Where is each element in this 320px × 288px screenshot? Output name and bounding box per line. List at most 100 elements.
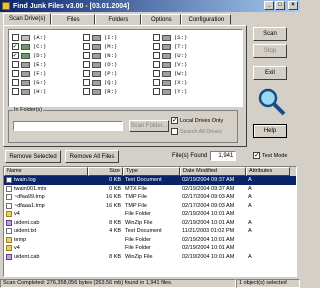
drive-item[interactable]: (H:) [12,87,46,96]
help-button[interactable]: Help [253,124,287,138]
drive-checkbox[interactable] [12,88,19,95]
file-name: uident.cab [14,253,40,260]
tab-files[interactable]: Files [51,14,96,25]
file-size-cell [88,210,123,219]
test-mode-checkbox[interactable] [253,151,260,159]
drive-checkbox[interactable] [83,34,90,41]
drive-checkbox[interactable] [12,34,19,41]
drive-checkbox[interactable] [153,52,160,59]
drive-item[interactable]: (P:) [83,69,117,78]
drive-item[interactable]: (M:) [83,42,117,51]
tab-configuration[interactable]: Configuration [181,14,232,25]
drive-label: (E:) [33,61,47,68]
drive-checkbox[interactable] [12,42,19,51]
drive-checkbox[interactable] [12,70,19,77]
drive-checkbox[interactable] [153,79,160,86]
file-row[interactable]: uident.cab 8 KB WinZip File 02/19/2004 10:0… [4,253,296,262]
tab-folders[interactable]: Folders [95,14,142,25]
file-row[interactable]: v4 File Folder 02/19/2004 10:01 AM [4,244,296,253]
drive-checkbox[interactable] [83,70,90,77]
close-button[interactable]: × [288,1,298,10]
file-name: v4 [14,245,20,251]
drive-checkbox[interactable] [83,88,90,95]
drive-item[interactable]: (W:) [153,69,187,78]
drive-checkbox[interactable] [83,61,90,68]
file-type-cell: File Folder [125,211,151,217]
local-drives-only-checkbox[interactable] [171,116,178,124]
folder-path-input[interactable] [13,121,123,131]
column-header-name[interactable]: Name [4,167,88,176]
drive-label: (P:) [104,70,118,77]
file-row[interactable]: ~dfaaa1.tmp 16 KB TMP File 02/17/2004 09:03… [4,202,296,211]
drive-item[interactable]: (Y:) [153,87,187,96]
file-row[interactable]: twain.log 0 KB Text Document 02/19/2004 09:… [4,176,296,185]
minimize-button[interactable]: _ [264,1,274,10]
column-header-attributes[interactable]: Attributes [246,167,290,176]
drive-item[interactable]: (U:) [153,51,187,60]
file-row[interactable]: uident.txt 4 KB Text Document 11/21/2003 01… [4,227,296,236]
file-type-cell: MTX File [125,185,147,192]
drive-item[interactable]: (G:) [12,78,46,87]
column-header-date[interactable]: Date Modified [180,167,246,176]
drive-checkbox[interactable] [83,52,90,59]
file-row[interactable]: temp File Folder 02/19/2004 10:01 AM [4,236,296,245]
file-name-cell: v4 [4,210,88,219]
drive-checkbox[interactable] [83,43,90,50]
drive-item[interactable]: (I:) [83,33,117,42]
drive-column: (I:) (M:) (N:) (O:) (P:) (Q:) (R:) [83,33,117,96]
drive-item[interactable]: (O:) [83,60,117,69]
test-mode-option[interactable]: Test Mode [253,151,288,159]
file-row[interactable]: v4 File Folder 02/19/2004 10:01 AM [4,210,296,219]
drive-item[interactable]: (X:) [153,78,187,87]
file-row[interactable]: uident.cab 8 KB WinZip File 02/19/2004 10:0… [4,219,296,228]
test-mode-label: Test Mode [262,152,288,159]
drive-item[interactable]: (R:) [83,87,117,96]
file-date-cell: 11/21/2003 01:02 PM [182,228,235,234]
scan-folder-button[interactable]: Scan Folder... [129,120,169,132]
drive-item[interactable]: (N:) [83,51,117,60]
stop-button[interactable]: Stop [253,44,287,58]
file-name: ~dfaa99.tmp [14,194,45,200]
search-all-drives-option[interactable]: Search All Drives [171,128,222,135]
drive-checkbox[interactable] [153,34,160,41]
file-size-cell [88,236,123,245]
status-main: Scan Completed: 276,358,056 bytes (263.5… [0,279,236,288]
drive-item[interactable]: (V:) [153,60,187,69]
drive-checkbox[interactable] [153,43,160,50]
drive-item[interactable]: (S:) [153,33,187,42]
drive-item[interactable]: (F:) [12,69,46,78]
scan-button[interactable]: Scan [253,27,287,41]
drive-item[interactable]: (Q:) [83,78,117,87]
column-header-type[interactable]: Type [123,167,180,176]
maximize-button[interactable]: □ [275,1,285,10]
drive-item[interactable]: (C:) [12,42,46,51]
tab-options[interactable]: Options [141,14,182,25]
local-drives-only-option[interactable]: Local Drives Only [171,116,223,124]
drive-item[interactable]: (T:) [153,42,187,51]
drive-checkbox[interactable] [153,61,160,68]
magnifier-icon [258,88,286,116]
remove-all-files-button[interactable]: Remove All Files [65,150,119,163]
drive-checkbox[interactable] [12,79,19,86]
tab-scan-drives[interactable]: Scan Drive(s) [3,13,52,25]
drive-checkbox[interactable] [153,88,160,95]
search-all-drives-checkbox[interactable] [171,128,178,135]
column-header-size[interactable]: Size [88,167,123,176]
file-row[interactable]: twain001.mtx 0 KB MTX File 02/19/2004 09:37… [4,185,296,194]
file-list[interactable]: Name Size Type Date Modified Attributes … [3,166,297,277]
drive-checkbox[interactable] [153,70,160,77]
drive-item[interactable]: (A:) [12,33,46,42]
file-row[interactable]: ~dfaa99.tmp 16 KB TMP File 02/17/2004 09:03… [4,193,296,202]
drive-checkbox[interactable] [12,61,19,68]
remove-selected-button[interactable]: Remove Selected [5,150,61,163]
exit-button[interactable]: Exit [253,66,287,80]
drive-label: (M:) [104,43,118,50]
drive-label: (O:) [104,61,118,68]
app-icon [2,2,10,10]
drive-item[interactable]: (D:) [12,51,46,60]
drive-item[interactable]: (E:) [12,60,46,69]
network-drive-icon [162,34,171,41]
tab-strip: Scan Drive(s) Files Folders Options Conf… [3,13,232,25]
drive-checkbox[interactable] [83,79,90,86]
drive-checkbox[interactable] [12,51,19,60]
